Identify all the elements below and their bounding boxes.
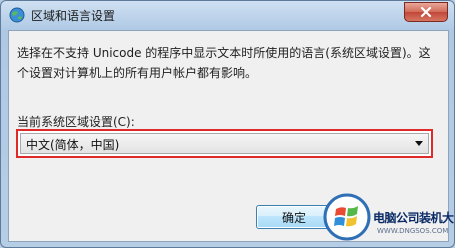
dropdown-arrow-icon[interactable]	[415, 141, 423, 146]
dialog-window: 区域和语言设置 选择在不支持 Unicode 的程序中显示文本时所使用的语言(系…	[0, 0, 455, 248]
watermark-title: 电脑公司装机大师	[373, 211, 454, 225]
description-text: 选择在不支持 Unicode 的程序中显示文本时所使用的语言(系统区域设置)。这…	[17, 46, 431, 80]
close-icon	[420, 7, 432, 17]
locale-select[interactable]: 中文(简体，中国)	[20, 133, 429, 154]
locale-label: 当前系统区域设置(C):	[17, 115, 135, 129]
ok-button[interactable]: 确定	[256, 205, 332, 229]
watermark-url: WWW.DNGSOS.COM	[377, 227, 449, 235]
watermark: 电脑公司装机大师 WWW.DNGSOS.COM	[323, 191, 454, 247]
windows-logo-icon	[323, 193, 371, 241]
globe-icon	[9, 7, 25, 23]
close-button[interactable]	[404, 2, 448, 22]
title-bar[interactable]: 区域和语言设置	[1, 1, 454, 29]
locale-select-value: 中文(简体，中国)	[26, 138, 120, 152]
locale-select-highlight: 中文(简体，中国)	[16, 129, 433, 158]
window-title: 区域和语言设置	[31, 9, 116, 23]
